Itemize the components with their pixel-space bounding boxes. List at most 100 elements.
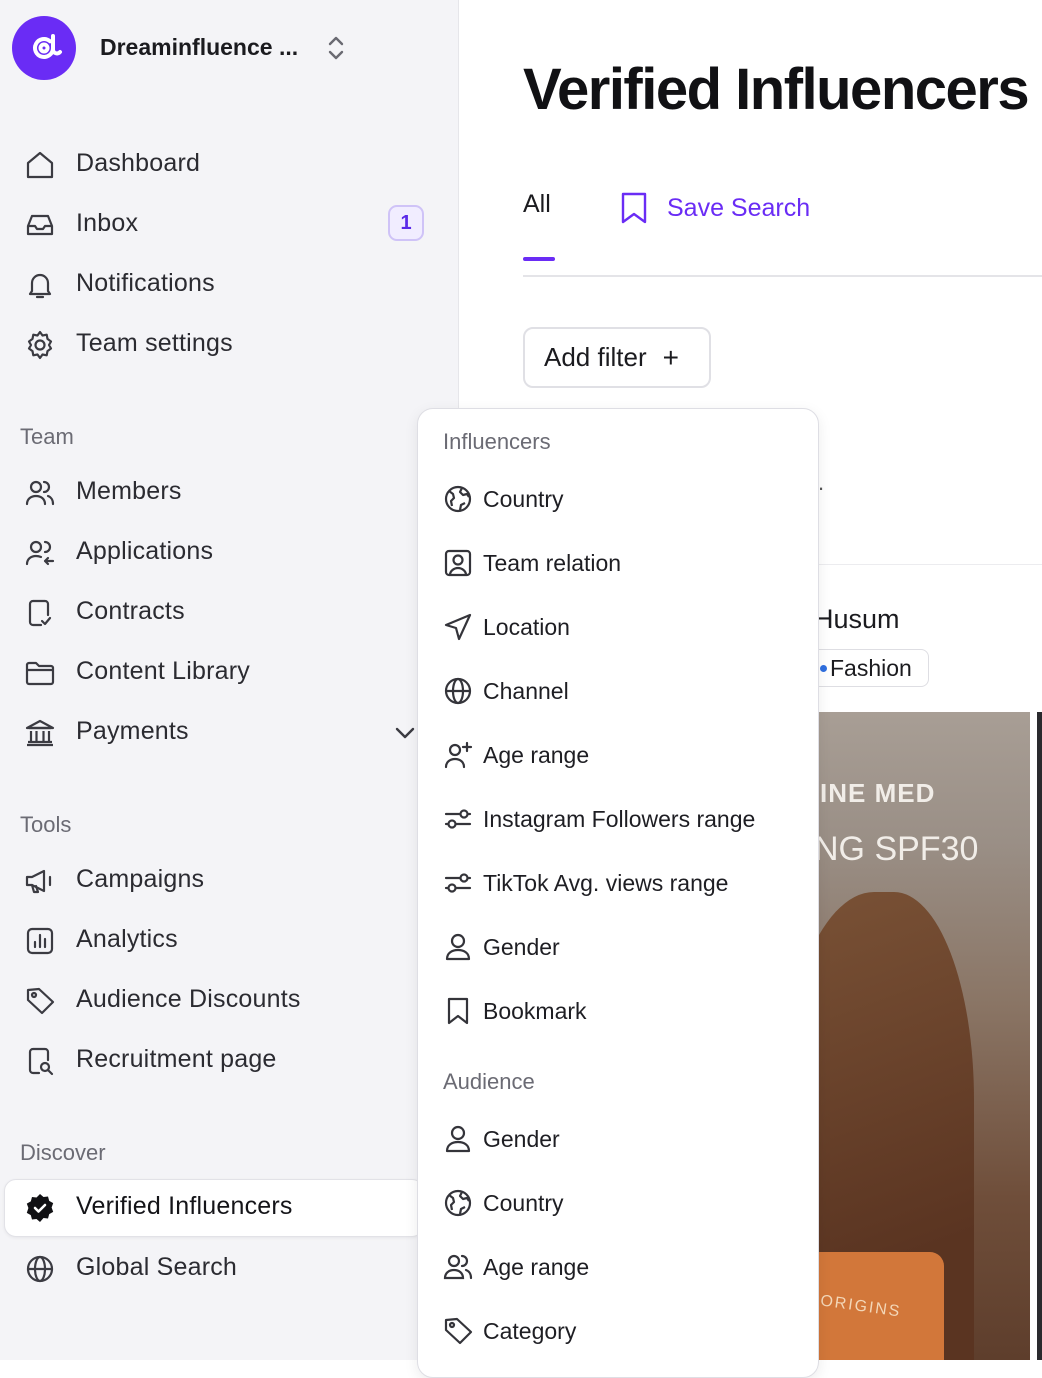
menu-item-bookmark[interactable]: Bookmark: [418, 985, 818, 1037]
bell-icon: [24, 269, 56, 301]
menu-item-label: Location: [483, 614, 570, 640]
section-title-tools: Tools: [20, 812, 72, 837]
influencer-photo[interactable]: INE MED NG SPF30 ORIGINS: [814, 712, 1030, 1360]
menu-item-audience-category[interactable]: Category: [418, 1305, 818, 1357]
menu-item-country[interactable]: Country: [418, 473, 818, 525]
menu-item-label: Gender: [483, 1126, 560, 1152]
sidebar-item-campaigns[interactable]: Campaigns: [0, 852, 459, 908]
gear-icon: [24, 329, 56, 361]
chevron-up-down-icon[interactable]: [326, 34, 346, 62]
tag-icon: [442, 1315, 474, 1347]
menu-item-label: Country: [483, 1190, 564, 1216]
sidebar-item-content-library[interactable]: Content Library: [0, 644, 459, 700]
sidebar-item-label: Team settings: [76, 329, 233, 357]
page-title: Verified Influencers: [523, 57, 1030, 122]
plus-icon: +: [662, 341, 679, 373]
menu-item-age-range[interactable]: Age range: [418, 729, 818, 781]
sidebar-item-dashboard[interactable]: Dashboard: [0, 136, 459, 192]
menu-item-channel[interactable]: Channel: [418, 665, 818, 717]
sidebar-item-label: Members: [76, 477, 182, 505]
menu-item-tiktok-avg-views-range[interactable]: TikTok Avg. views range: [418, 857, 818, 909]
menu-item-audience-age-range[interactable]: Age range: [418, 1241, 818, 1293]
bookmark-icon: [442, 995, 474, 1027]
add-filter-button[interactable]: Add filter +: [523, 327, 711, 388]
sidebar: Dreaminfluence ... Dashboard Inbox 1 Not…: [0, 0, 459, 1360]
workspace-switcher[interactable]: Dreaminfluence ...: [12, 16, 452, 80]
photo-text-1: INE MED: [820, 778, 936, 808]
menu-item-gender[interactable]: Gender: [418, 921, 818, 973]
inbox-icon: [24, 209, 56, 241]
folder-icon: [24, 657, 56, 689]
sidebar-item-label: Global Search: [76, 1253, 238, 1281]
user-icon: [442, 1123, 474, 1155]
user-icon: [442, 931, 474, 963]
menu-item-label: Country: [483, 486, 564, 512]
sidebar-item-label: Notifications: [76, 269, 215, 297]
user-plus-icon: [442, 739, 474, 771]
inbox-count-badge: 1: [388, 205, 424, 241]
sidebar-item-label: Campaigns: [76, 865, 205, 893]
sidebar-item-label: Audience Discounts: [76, 985, 301, 1013]
sidebar-item-recruitment-page[interactable]: Recruitment page: [0, 1032, 459, 1088]
active-tab-indicator: [523, 257, 555, 261]
chevron-down-icon[interactable]: [392, 720, 418, 746]
menu-item-label: Age range: [483, 742, 590, 768]
menu-item-label: TikTok Avg. views range: [483, 870, 729, 896]
sidebar-item-applications[interactable]: Applications: [0, 524, 459, 580]
globe-map-icon: [442, 1187, 474, 1219]
sidebar-item-members[interactable]: Members: [0, 464, 459, 520]
menu-item-label: Age range: [483, 1254, 590, 1280]
workspace-logo-icon: [12, 16, 76, 80]
content-divider: [818, 564, 1042, 565]
menu-item-location[interactable]: Location: [418, 601, 818, 653]
user-arrow-icon: [24, 537, 56, 569]
globe-icon: [442, 675, 474, 707]
sidebar-item-contracts[interactable]: Contracts: [0, 584, 459, 640]
sidebar-item-payments[interactable]: Payments: [0, 704, 459, 760]
tab-all[interactable]: All: [523, 190, 551, 219]
sidebar-item-label: Verified Influencers: [76, 1192, 293, 1220]
tabs-divider: [523, 275, 1042, 277]
menu-item-label: Category: [483, 1318, 577, 1344]
photo-text-2: NG SPF30: [814, 830, 979, 868]
tag-dot: [820, 665, 827, 672]
workspace-name: Dreaminfluence ...: [100, 34, 299, 60]
menu-item-team-relation[interactable]: Team relation: [418, 537, 818, 589]
globe-icon: [24, 1253, 56, 1285]
megaphone-icon: [24, 865, 56, 897]
menu-item-label: Team relation: [483, 550, 622, 576]
sidebar-item-label: Payments: [76, 717, 189, 745]
menu-item-label: Bookmark: [483, 998, 587, 1024]
users-icon: [24, 477, 56, 509]
user-square-icon: [442, 547, 474, 579]
menu-section-influencers: Influencers: [443, 429, 551, 454]
sidebar-item-verified-influencers[interactable]: Verified Influencers: [4, 1179, 424, 1237]
add-filter-label: Add filter: [544, 342, 647, 372]
verified-badge-icon: [24, 1192, 56, 1224]
sidebar-item-notifications[interactable]: Notifications: [0, 256, 459, 312]
sidebar-item-label: Analytics: [76, 925, 178, 953]
sidebar-item-analytics[interactable]: Analytics: [0, 912, 459, 968]
menu-item-audience-country[interactable]: Country: [418, 1177, 818, 1229]
influencer-name[interactable]: Husum: [814, 604, 900, 635]
sidebar-item-inbox[interactable]: Inbox 1: [0, 196, 459, 252]
menu-item-instagram-followers-range[interactable]: Instagram Followers range: [418, 793, 818, 845]
category-tag-label: Fashion: [830, 654, 912, 681]
sidebar-item-label: Recruitment page: [76, 1045, 277, 1073]
sidebar-item-team-settings[interactable]: Team settings: [0, 316, 459, 372]
menu-item-label: Instagram Followers range: [483, 806, 756, 832]
sidebar-item-global-search[interactable]: Global Search: [0, 1240, 459, 1296]
menu-item-audience-gender[interactable]: Gender: [418, 1113, 818, 1165]
sidebar-item-label: Content Library: [76, 657, 250, 685]
slider-icon: [442, 803, 474, 835]
menu-section-audience: Audience: [443, 1069, 535, 1094]
menu-item-label: Channel: [483, 678, 569, 704]
globe-map-icon: [442, 483, 474, 515]
tag-icon: [24, 985, 56, 1017]
bank-icon: [24, 717, 56, 749]
add-filter-menu: Influencers Country Team relation Locati…: [417, 408, 819, 1378]
save-search-label: Save Search: [667, 193, 811, 222]
sidebar-item-audience-discounts[interactable]: Audience Discounts: [0, 972, 459, 1028]
save-search-button[interactable]: Save Search: [619, 188, 810, 228]
section-title-team: Team: [20, 424, 74, 449]
